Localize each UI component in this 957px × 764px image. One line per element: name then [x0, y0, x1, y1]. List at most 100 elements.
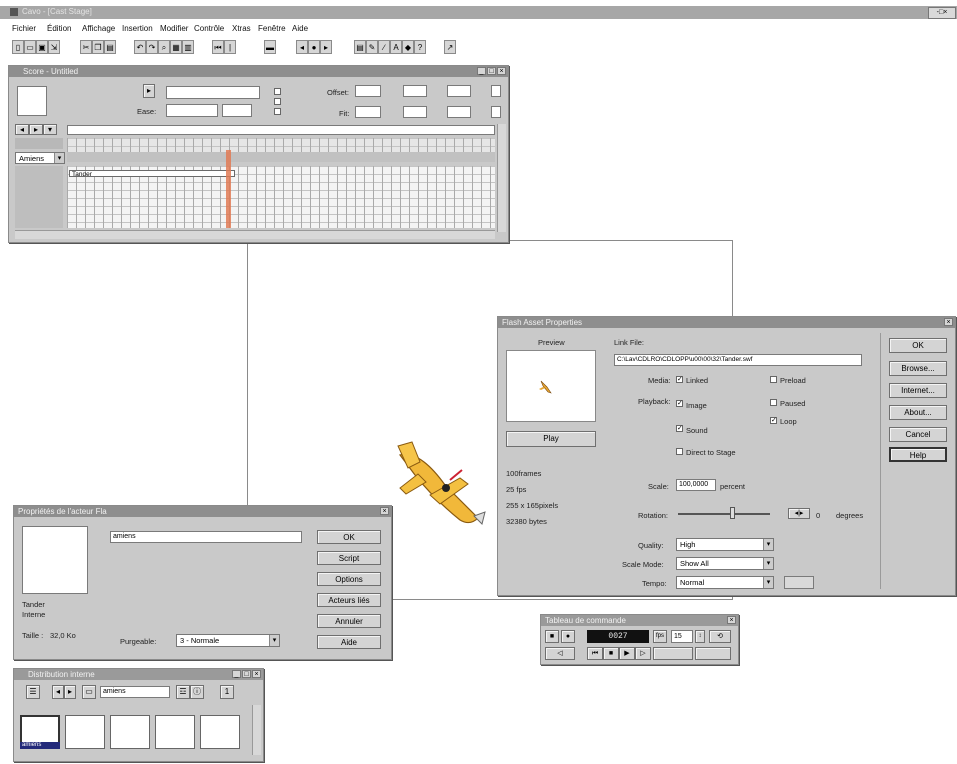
- about-button[interactable]: About...: [889, 405, 947, 420]
- image-checkbox[interactable]: ✓: [676, 400, 683, 407]
- cast-member-3[interactable]: [110, 715, 150, 749]
- rewind-icon[interactable]: ⏮: [212, 40, 224, 54]
- cast-number-icon[interactable]: 1: [220, 685, 234, 699]
- selection-button[interactable]: [695, 647, 731, 660]
- cast-grid-icon[interactable]: ▦: [170, 40, 182, 54]
- import-icon[interactable]: ⇲: [48, 40, 60, 54]
- redo-icon[interactable]: ↷: [146, 40, 158, 54]
- rotation-slider-thumb[interactable]: [730, 507, 735, 519]
- loop-toggle[interactable]: ⟲: [709, 630, 731, 643]
- step-back-button[interactable]: ◁: [545, 647, 575, 660]
- l-field[interactable]: [491, 85, 501, 97]
- maximize-icon[interactable]: □: [242, 670, 251, 678]
- score-grid-icon[interactable]: ▥: [182, 40, 194, 54]
- preload-checkbox[interactable]: [770, 376, 777, 383]
- fit-field[interactable]: [355, 106, 381, 118]
- editable-checkbox[interactable]: [274, 108, 281, 115]
- trails-checkbox[interactable]: [274, 98, 281, 105]
- playhead[interactable]: [226, 150, 231, 228]
- marker-next-button[interactable]: ▸: [29, 124, 43, 135]
- play-icon[interactable]: ▸: [320, 40, 332, 54]
- menu-aide[interactable]: Aide: [292, 24, 308, 33]
- cast-member-4[interactable]: [155, 715, 195, 749]
- record-button[interactable]: ●: [561, 630, 575, 643]
- close-icon[interactable]: ×: [944, 318, 953, 326]
- ease-out-field[interactable]: [222, 104, 252, 117]
- app-window-controls[interactable]: -□×: [928, 7, 956, 19]
- help-icon[interactable]: ↗: [444, 40, 456, 54]
- copy-icon[interactable]: ❐: [92, 40, 104, 54]
- score-scrollbar-h[interactable]: [15, 230, 495, 239]
- x-field[interactable]: [403, 85, 427, 97]
- cast-info-icon[interactable]: ⓘ: [190, 685, 204, 699]
- loop-checkbox[interactable]: ✓: [770, 417, 777, 424]
- cancel-button[interactable]: Cancel: [889, 427, 947, 442]
- close-icon[interactable]: ×: [727, 616, 736, 624]
- sprite-bar[interactable]: Tander: [69, 170, 235, 178]
- internet-button[interactable]: Internet...: [889, 383, 947, 398]
- scale-field[interactable]: 100,0000: [676, 479, 716, 491]
- volume-button[interactable]: [653, 647, 693, 660]
- paint-icon[interactable]: ✎: [366, 40, 378, 54]
- stop-button[interactable]: ■: [603, 647, 619, 660]
- menu-fichier[interactable]: Fichier: [12, 24, 36, 33]
- rewind-button[interactable]: ■: [545, 630, 559, 643]
- sprite-name-field[interactable]: [166, 86, 260, 99]
- cast-name-field[interactable]: amiens: [110, 531, 302, 543]
- rewind-start-button[interactable]: ⏮: [587, 647, 603, 660]
- marker-prev-button[interactable]: ◂: [15, 124, 29, 135]
- message-icon[interactable]: ?: [414, 40, 426, 54]
- link-path-field[interactable]: C:\Lav\CDLRO\CDLOPP\u00\00\32\Tander.swf: [614, 354, 862, 366]
- cast-scrollbar-v[interactable]: [252, 705, 261, 755]
- menu-affichage[interactable]: Affichage: [82, 24, 115, 33]
- cast-cancel-button[interactable]: Annuler: [317, 614, 381, 628]
- sprite-arrow-button[interactable]: ▸: [143, 84, 155, 98]
- cast-help-button[interactable]: Aide: [317, 635, 381, 649]
- undo-icon[interactable]: ↶: [134, 40, 146, 54]
- sound-checkbox[interactable]: ✓: [676, 425, 683, 432]
- close-icon[interactable]: ×: [252, 670, 261, 678]
- scale-mode-dropdown[interactable]: Show All: [676, 557, 774, 570]
- menu-insertion[interactable]: Insertion: [122, 24, 153, 33]
- close-icon[interactable]: ×: [497, 67, 506, 75]
- help-button[interactable]: Help: [889, 447, 947, 462]
- plane-sprite[interactable]: [390, 440, 490, 535]
- cast-name-input[interactable]: amiens: [100, 686, 170, 698]
- cast-ok-button[interactable]: OK: [317, 530, 381, 544]
- record-icon[interactable]: ●: [308, 40, 320, 54]
- moveable-checkbox[interactable]: [274, 88, 281, 95]
- cast-next-button[interactable]: ▸: [64, 685, 76, 699]
- step-forward-button[interactable]: ▷: [635, 647, 651, 660]
- drag-cast-icon[interactable]: ▭: [82, 685, 96, 699]
- text-icon[interactable]: A: [390, 40, 402, 54]
- channel-dropdown[interactable]: Amiens: [15, 152, 65, 164]
- stop-icon[interactable]: ▬: [264, 40, 276, 54]
- h-field[interactable]: [447, 106, 471, 118]
- rotation-stepper[interactable]: ◂|▸: [788, 508, 810, 519]
- cast-member-2[interactable]: [65, 715, 105, 749]
- cut-icon[interactable]: ✂: [80, 40, 92, 54]
- paste-icon[interactable]: ▤: [104, 40, 116, 54]
- script-icon[interactable]: ◆: [402, 40, 414, 54]
- new-icon[interactable]: ▯: [12, 40, 24, 54]
- cast-options-button[interactable]: Options: [317, 572, 381, 586]
- quality-dropdown[interactable]: High: [676, 538, 774, 551]
- tempo-fps-field[interactable]: [784, 576, 814, 589]
- cast-member-5[interactable]: [200, 715, 240, 749]
- tempo-field[interactable]: 15: [671, 630, 693, 643]
- step-back-icon[interactable]: |: [224, 40, 236, 54]
- ease-in-field[interactable]: [166, 104, 218, 117]
- play-button-cp[interactable]: ▶: [619, 647, 635, 660]
- play-button[interactable]: Play: [506, 431, 596, 447]
- marker-channel[interactable]: [67, 125, 495, 135]
- back-icon[interactable]: ◂: [296, 40, 308, 54]
- direct-to-stage-checkbox[interactable]: [676, 448, 683, 455]
- score-scrollbar-v[interactable]: [497, 124, 506, 232]
- vector-icon[interactable]: ∕: [378, 40, 390, 54]
- cast-prev-button[interactable]: ◂: [52, 685, 64, 699]
- cast-selector-button[interactable]: ☰: [26, 685, 40, 699]
- unload-dropdown[interactable]: 3 - Normale: [176, 634, 280, 647]
- tempo-dropdown[interactable]: Normal: [676, 576, 774, 589]
- minimize-icon[interactable]: _: [477, 67, 486, 75]
- find-icon[interactable]: ⌕: [158, 40, 170, 54]
